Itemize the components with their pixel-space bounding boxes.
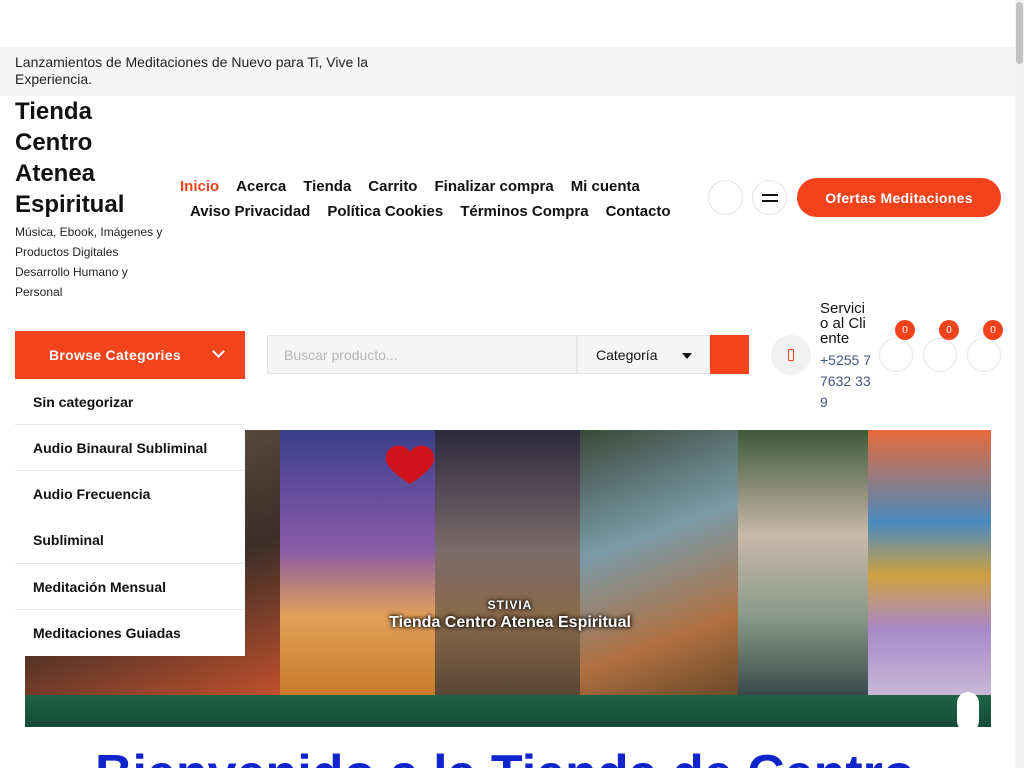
banner-panel-couple: [280, 430, 435, 695]
caret-down-icon: [682, 353, 692, 359]
scrollbar-thumb[interactable]: [1016, 2, 1023, 64]
page-heading: Bienvenido a la Tienda de Centro: [95, 748, 915, 768]
nav-finalizar-compra[interactable]: Finalizar compra: [434, 178, 553, 195]
banner-panel-music: [435, 430, 580, 695]
browse-categories-button[interactable]: Browse Categories: [15, 331, 245, 379]
cart-count-badge: 0: [983, 320, 1003, 340]
nav-politica-cookies[interactable]: Política Cookies: [327, 203, 443, 220]
category-label: Audio Binaural Subliminal: [33, 439, 208, 456]
announcement-text: Lanzamientos de Meditaciones de Nuevo pa…: [15, 54, 369, 87]
category-label: Audio Frecuencia Subliminal: [33, 486, 151, 548]
compare-count-badge: 0: [895, 320, 915, 340]
category-item-meditacion-mensual[interactable]: Meditación Mensual: [15, 564, 245, 610]
header-search-icon[interactable]: [708, 180, 743, 215]
site-tagline: Música, Ebook, Imágenes y Productos Digi…: [15, 225, 163, 299]
site-brand: Tienda Centro Atenea Espiritual Música, …: [15, 96, 165, 302]
category-list: Sin categorizar Audio Binaural Sublimina…: [15, 379, 245, 656]
banner-panel-devices: [580, 430, 738, 695]
banner-small-text: STIVIA: [487, 598, 533, 612]
customer-service-phone[interactable]: +5255 77632 339: [820, 350, 872, 413]
menu-toggle-button[interactable]: [752, 180, 787, 215]
nav-mi-cuenta[interactable]: Mi cuenta: [571, 178, 640, 195]
banner-bottom-strip: [25, 695, 991, 727]
wishlist-icon[interactable]: [923, 338, 957, 372]
announcement-bar: Lanzamientos de Meditaciones de Nuevo pa…: [0, 47, 1015, 96]
category-select-label: Categoría: [596, 346, 658, 363]
customer-service-label: Servicio al Cliente: [820, 300, 866, 347]
nav-tienda[interactable]: Tienda: [303, 178, 351, 195]
banner-caption-text: Tienda Centro Atenea Espiritual: [389, 614, 631, 631]
banner-panel-festival: [868, 430, 991, 695]
category-label: Meditación Mensual: [33, 578, 167, 595]
customer-service: Servicio al Cliente +5255 77632 339: [820, 301, 872, 413]
compare-icon[interactable]: [879, 338, 913, 372]
category-item-audio-binaural[interactable]: Audio Binaural Subliminal: [15, 425, 245, 471]
nav-carrito[interactable]: Carrito: [368, 178, 417, 195]
browse-categories-label: Browse Categories: [49, 347, 181, 363]
banner-panel-woman: [738, 430, 868, 695]
phone-icon: [771, 335, 811, 375]
search-submit-button[interactable]: [710, 335, 749, 374]
cart-icon[interactable]: [967, 338, 1001, 372]
nav-contacto[interactable]: Contacto: [606, 203, 671, 220]
ofertas-meditaciones-button[interactable]: Ofertas Meditaciones: [797, 178, 1001, 217]
category-select[interactable]: Categoría: [577, 335, 710, 374]
main-navigation: Inicio Acerca Tienda Carrito Finalizar c…: [180, 174, 680, 224]
category-label: Meditaciones Guiadas: [33, 625, 181, 641]
heart-icon: [385, 445, 435, 484]
site-title[interactable]: Tienda Centro Atenea Espiritual: [15, 96, 165, 220]
nav-acerca[interactable]: Acerca: [236, 178, 286, 195]
page-scrollbar[interactable]: [1015, 0, 1024, 768]
category-item-sin-categorizar[interactable]: Sin categorizar: [15, 379, 245, 425]
category-label: Sin categorizar: [33, 393, 134, 410]
category-item-audio-frecuencia[interactable]: Audio Frecuencia Subliminal: [15, 471, 245, 564]
category-item-meditaciones-guiadas[interactable]: Meditaciones Guiadas: [15, 610, 245, 656]
nav-aviso-privacidad[interactable]: Aviso Privacidad: [190, 203, 310, 220]
nav-inicio[interactable]: Inicio: [180, 178, 219, 195]
wishlist-count-badge: 0: [939, 320, 959, 340]
hamburger-icon: [761, 193, 778, 202]
banner-caption: STIVIA Tienda Centro Atenea Espiritual: [365, 598, 655, 632]
chevron-down-icon: [212, 345, 225, 358]
scroll-to-top-handle[interactable]: [957, 692, 979, 732]
product-search-input[interactable]: [267, 335, 577, 374]
nav-terminos-compra[interactable]: Términos Compra: [460, 203, 588, 220]
